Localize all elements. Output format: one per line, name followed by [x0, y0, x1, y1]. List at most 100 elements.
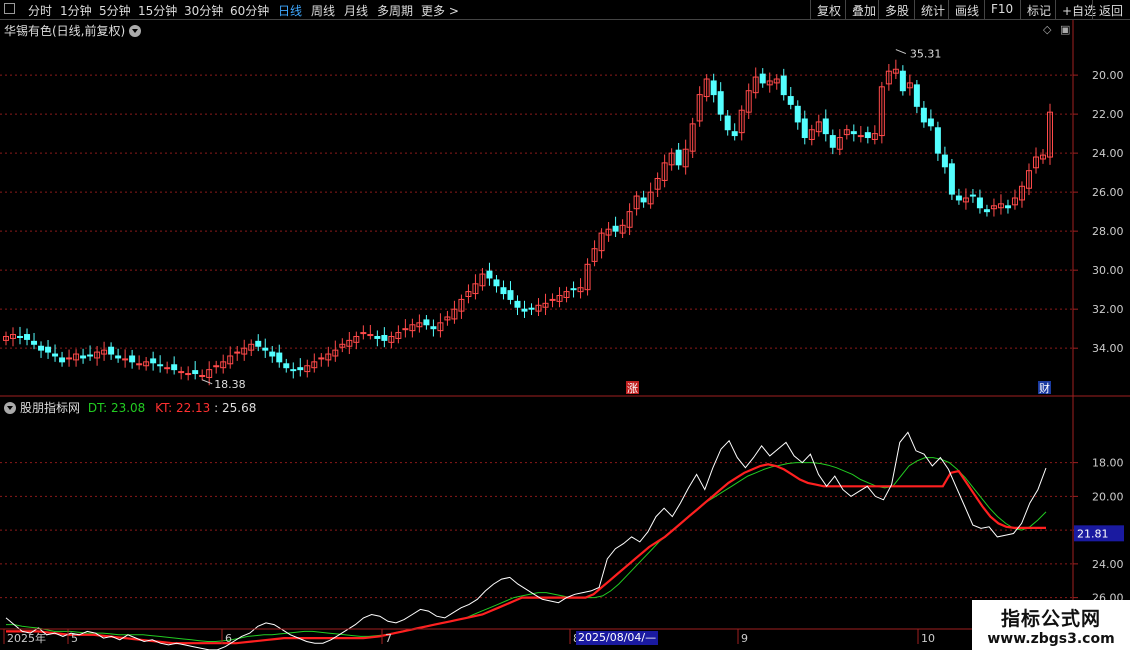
candle-body: [45, 346, 52, 353]
price-tick-label: 28.00: [1092, 225, 1124, 238]
candle-body: [150, 358, 157, 364]
candle-body: [801, 118, 808, 139]
candle-body: [948, 163, 955, 195]
candle-body: [360, 332, 367, 335]
high-pointer: [895, 49, 907, 55]
candle-body: [857, 135, 864, 138]
candle-body: [115, 355, 122, 359]
candle-body: [759, 73, 766, 84]
candle-body: [500, 287, 507, 295]
indicator-menu-icon[interactable]: [4, 402, 16, 414]
zhang-marker: 涨: [627, 382, 638, 395]
candle-body: [864, 132, 871, 139]
candle-body: [710, 80, 717, 96]
candle-body: [276, 352, 283, 363]
kt-line: [6, 463, 1046, 645]
candle-body: [24, 334, 31, 340]
candle-body: [192, 370, 199, 375]
candle-body: [850, 131, 857, 135]
indicator-legend: 股朋指标网 DT: 23.08 KT: 22.13 : 25.68: [4, 399, 256, 416]
candle-body: [787, 96, 794, 105]
cai-marker: 财: [1039, 381, 1050, 395]
price-tick-label: 22.00: [1092, 108, 1124, 121]
candle-body: [52, 353, 59, 357]
indicator-tick-label: 20.00: [1092, 490, 1124, 503]
candle-body: [528, 307, 535, 310]
candle-body: [724, 115, 731, 131]
candle-body: [717, 91, 724, 115]
candle-body: [38, 345, 45, 351]
price-tick-label: 24.00: [1092, 147, 1124, 160]
candle-body: [675, 149, 682, 166]
candle-body: [255, 340, 262, 347]
candle-body: [731, 131, 738, 137]
candle-body: [549, 298, 556, 301]
candle-body: [955, 195, 962, 201]
x-axis-label: 6: [225, 632, 232, 645]
candle-body: [31, 340, 38, 345]
candle-body: [829, 135, 836, 148]
candle-body: [1004, 205, 1011, 209]
candle-body: [423, 319, 430, 326]
kt-value: KT: 22.13: [155, 401, 211, 415]
low-pointer: [202, 379, 213, 385]
candle-body: [199, 374, 206, 377]
x-axis-label: 5: [71, 632, 78, 645]
candle-body: [122, 358, 129, 361]
candle-body: [185, 373, 192, 376]
candle-body: [899, 70, 906, 92]
candle-body: [570, 288, 577, 291]
candle-body: [374, 335, 381, 339]
current-value: : 25.68: [214, 401, 257, 415]
candle-body: [297, 367, 304, 371]
high-price-label: 35.31: [910, 48, 942, 61]
dt-line: [6, 457, 1047, 642]
price-tick-label: 20.00: [1092, 69, 1124, 82]
candle-body: [59, 357, 66, 363]
low-price-label: 18.38: [214, 378, 246, 391]
candle-body: [941, 154, 948, 168]
candle-body: [934, 127, 941, 154]
x-axis-label: 7: [385, 632, 392, 645]
candle-body: [927, 118, 934, 127]
candle-body: [290, 369, 297, 372]
candle-body: [969, 194, 976, 197]
candle-body: [780, 75, 787, 96]
candle-body: [262, 347, 269, 351]
candle-body: [913, 84, 920, 107]
dt-value: DT: 23.08: [87, 401, 146, 415]
candle-body: [164, 367, 171, 370]
price-tick-label: 34.00: [1092, 342, 1124, 355]
candle-body: [283, 363, 290, 369]
candle-body: [794, 105, 801, 123]
candle-body: [493, 279, 500, 287]
candle-body: [514, 300, 521, 308]
value-line: [5, 431, 1047, 650]
candle-body: [507, 290, 514, 300]
indicator-tick-label: 24.00: [1092, 558, 1124, 571]
x-axis-label: 10: [921, 632, 935, 645]
candle-body: [269, 351, 276, 357]
watermark-title: 指标公式网: [1000, 608, 1101, 630]
candle-body: [430, 326, 437, 330]
indicator-name: 股朋指标网: [20, 401, 81, 415]
candle-body: [17, 335, 24, 338]
x-axis-label: 2025年: [7, 631, 46, 645]
candle-body: [157, 364, 164, 367]
price-tick-label: 32.00: [1092, 303, 1124, 316]
current-value-box-label: 21.81: [1077, 527, 1109, 540]
candle-body: [983, 209, 990, 213]
chart-canvas[interactable]: 34.00 32.00 30.00 28.00 26.00 24.00 22.00 20.00…: [0, 0, 1130, 650]
candle-body: [178, 371, 185, 374]
watermark-url: www.zbgs3.com: [987, 631, 1115, 647]
candle-body: [108, 346, 115, 355]
candle-body: [87, 354, 94, 357]
candle-body: [381, 335, 388, 341]
candle-body: [976, 197, 983, 209]
candle-body: [80, 355, 87, 359]
watermark: 指标公式网 www.zbgs3.com: [972, 600, 1130, 650]
candle-body: [402, 328, 409, 331]
candle-body: [521, 308, 528, 312]
price-tick-label: 30.00: [1092, 264, 1124, 277]
candle-body: [234, 351, 241, 354]
